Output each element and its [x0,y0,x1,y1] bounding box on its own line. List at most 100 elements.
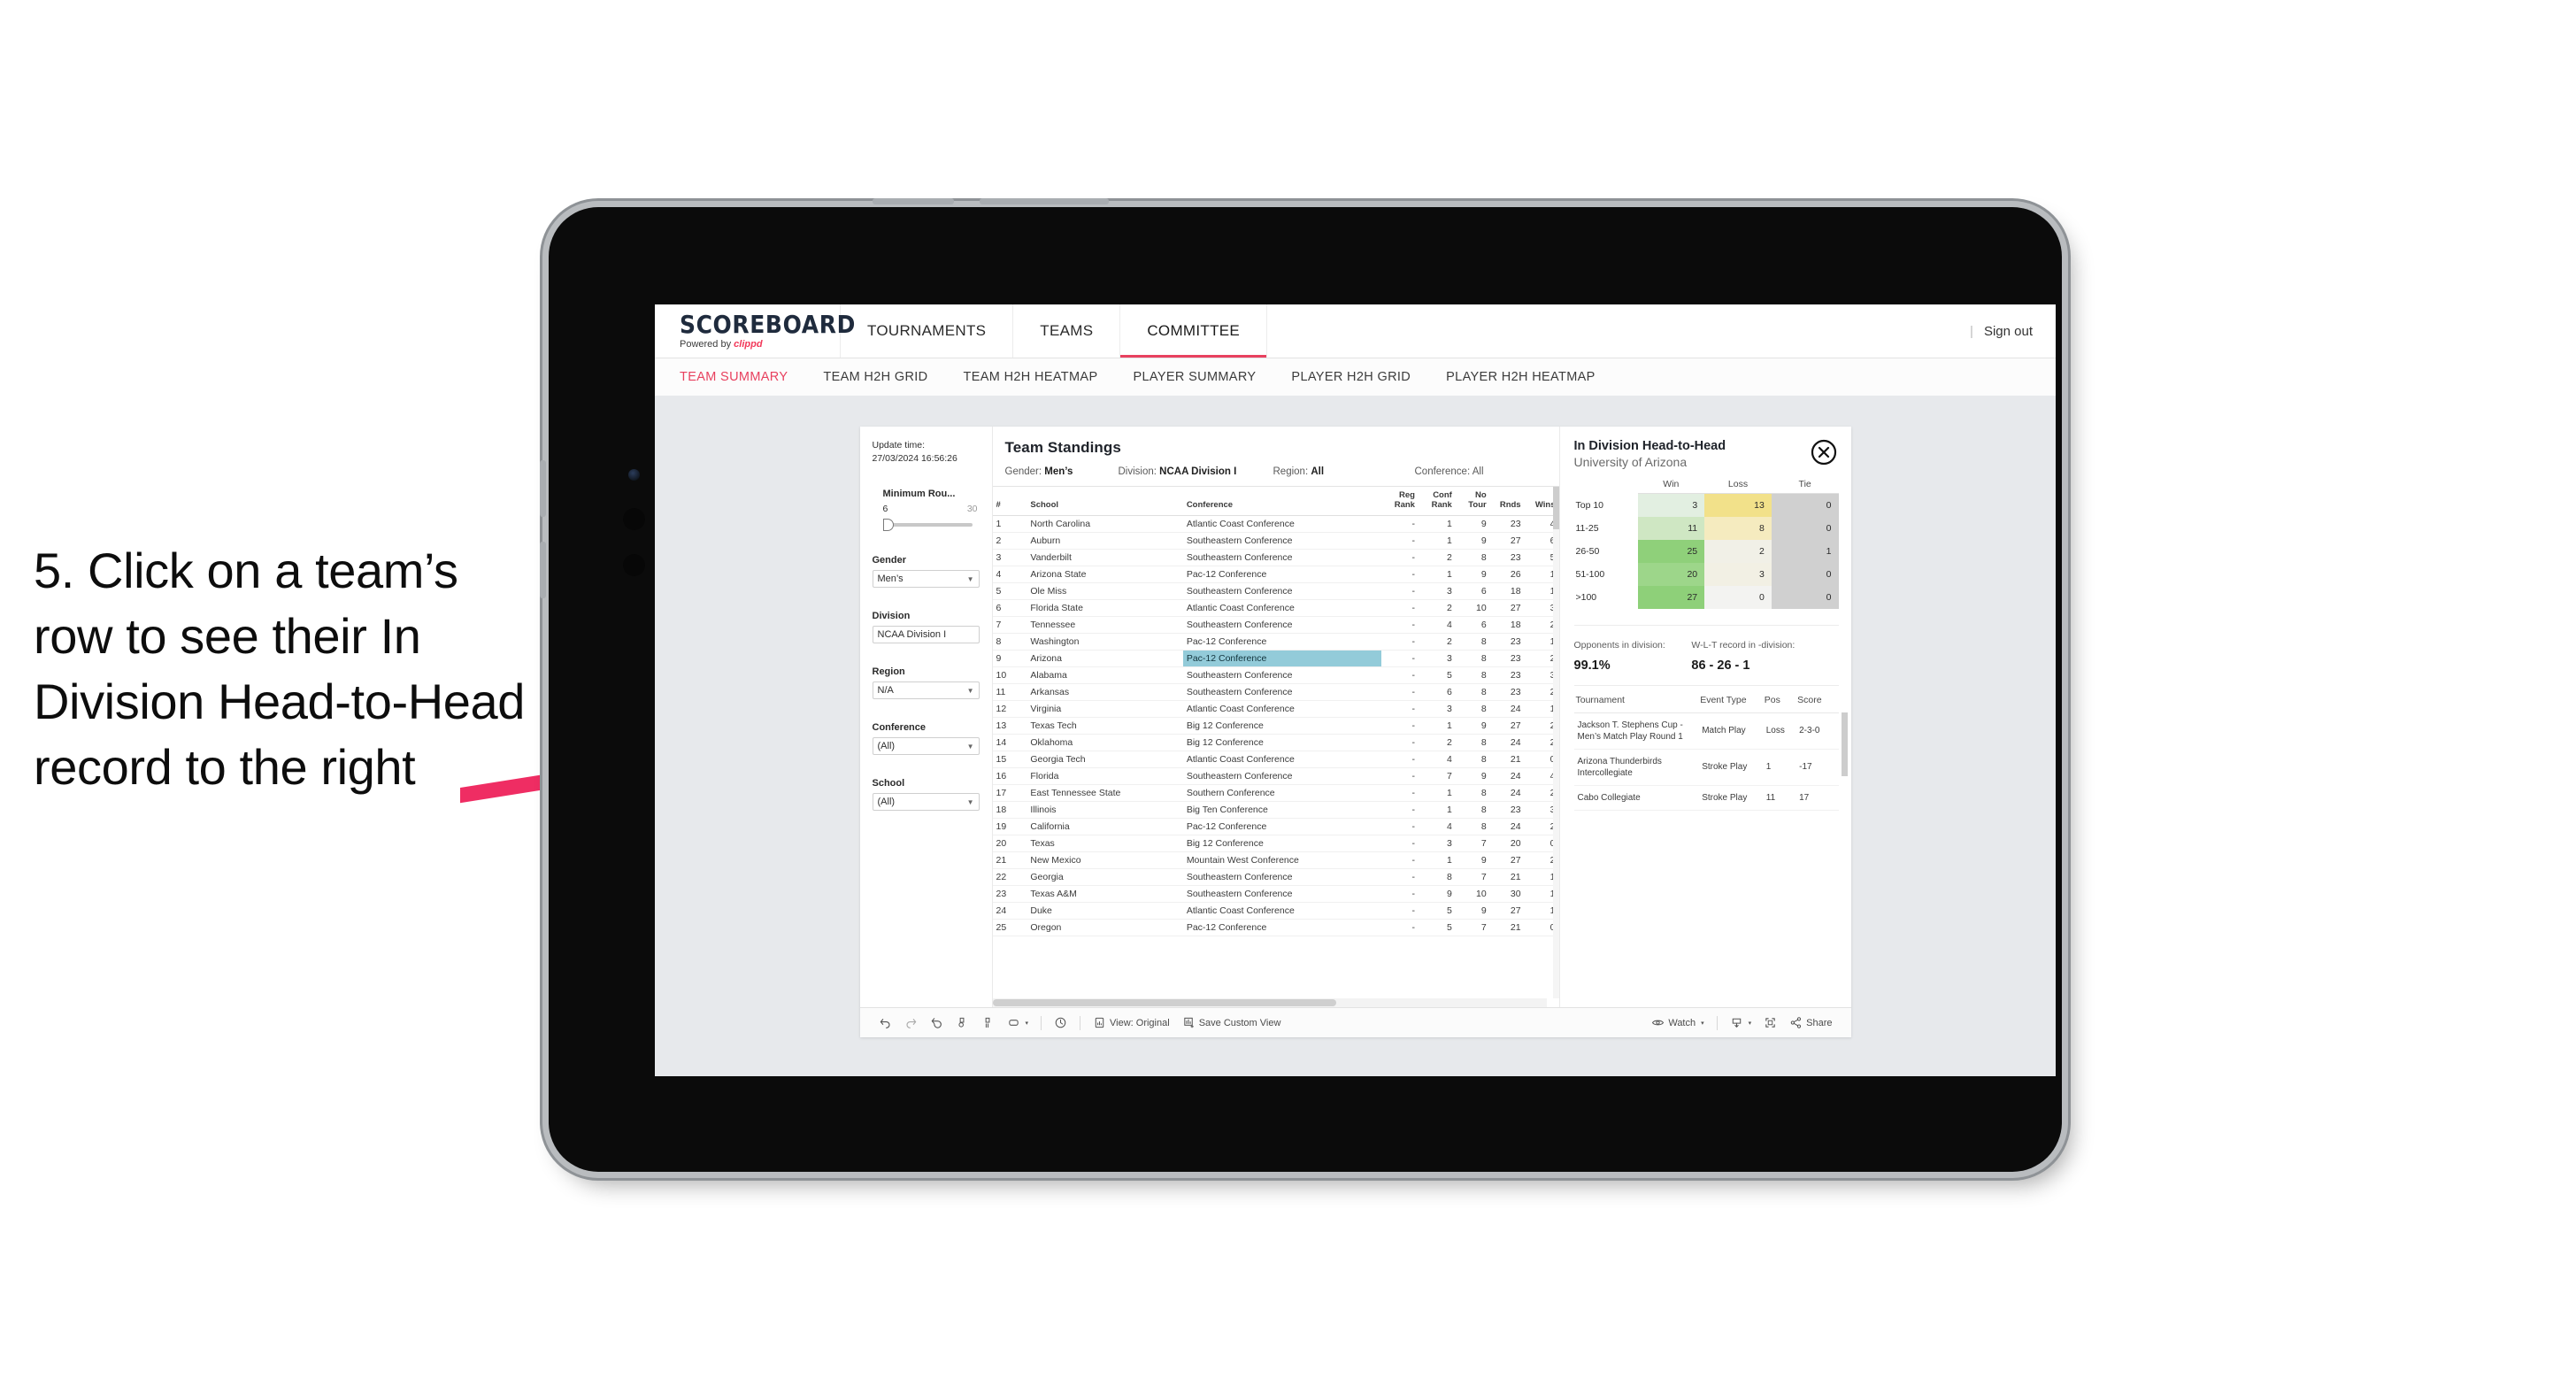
table-row[interactable]: 19CaliforniaPac-12 Conference-48242 [992,818,1559,835]
list-item[interactable]: Cabo Collegiate Stroke Play 11 17 [1573,785,1839,812]
table-row[interactable]: 16FloridaSoutheastern Conference-79244 [992,767,1559,785]
cell-school: Texas [1027,835,1183,852]
heatmap-cell-tie[interactable]: 0 [1771,516,1839,540]
col-conf-rank[interactable]: Conf Rank [1418,487,1456,516]
tab-team-h2h-grid[interactable]: TEAM H2H GRID [805,370,945,384]
heatmap-cell-win[interactable]: 27 [1637,585,1705,609]
tournament-vertical-scrollbar[interactable] [1841,712,1848,776]
school-select[interactable]: (All) ▼ [872,793,980,812]
undo-button[interactable] [873,1013,898,1033]
tab-player-summary[interactable]: PLAYER SUMMARY [1115,370,1273,384]
table-row[interactable]: 10AlabamaSoutheastern Conference-58233 [992,666,1559,684]
cell-reg-rank: - [1381,616,1419,634]
col-score[interactable]: Score [1796,685,1839,713]
table-row[interactable]: 15 Georgia Tech Atlantic Coast Conference -… [992,751,1559,768]
table-row[interactable]: 9ArizonaPac-12 Conference-38232 [992,650,1559,667]
table-row[interactable]: 24DukeAtlantic Coast Conference-59271 [992,902,1559,920]
table-row[interactable]: 20TexasBig 12 Conference-37200 [992,835,1559,852]
standings-vertical-scrollbar[interactable] [1552,487,1559,998]
region-select[interactable]: N/A ▼ [872,681,980,700]
table-row[interactable]: 5Ole MissSoutheastern Conference-36181 [992,582,1559,600]
cell-rank: 14 [992,734,1027,751]
heatmap-cell-tie[interactable]: 0 [1771,585,1839,609]
table-row[interactable]: 25OregonPac-12 Conference-57210 [992,919,1559,936]
heatmap-cell-win[interactable]: 25 [1637,539,1705,563]
cell-rank: 7 [992,616,1027,634]
share-button[interactable]: Share [1783,1013,1838,1033]
save-custom-view-button[interactable]: Save Custom View [1176,1013,1288,1033]
table-row[interactable]: 14OklahomaBig 12 Conference-28242 [992,734,1559,751]
col-rank[interactable]: # [992,487,1027,516]
conference-select[interactable]: (All) ▼ [872,737,980,756]
cell-conf-rank: 6 [1418,683,1456,701]
revert-button[interactable] [924,1013,950,1033]
table-row[interactable]: 4Arizona StatePac-12 Conference-19261 [992,566,1559,583]
heatmap-cell-tie[interactable]: 1 [1771,539,1839,563]
table-row[interactable]: 7TennesseeSoutheastern Conference-46182 [992,616,1559,634]
col-pos[interactable]: Pos [1762,685,1796,713]
heatmap-cell-loss[interactable]: 2 [1704,539,1772,563]
nav-tournaments[interactable]: TOURNAMENTS [841,304,1014,358]
table-row[interactable]: 8WashingtonPac-12 Conference-28231 [992,633,1559,651]
watch-button[interactable]: Watch ▾ [1645,1013,1710,1033]
table-row[interactable]: 13Texas TechBig 12 Conference-19272 [992,717,1559,735]
division-select[interactable]: NCAA Division I [872,626,980,644]
heatmap-cell-win[interactable]: 3 [1637,493,1705,517]
tab-team-h2h-heatmap[interactable]: TEAM H2H HEATMAP [946,370,1116,384]
history-button[interactable] [1048,1013,1073,1033]
filter-school: School (All) ▼ [872,778,980,812]
app-logo[interactable]: SCOREBOARD Powered by clippd [655,304,855,358]
col-event-type[interactable]: Event Type [1698,685,1763,713]
scrollbar-thumb[interactable] [992,999,1336,1006]
list-item[interactable]: Jackson T. Stephens Cup - Men’s Match Pl… [1573,712,1839,750]
col-tournament[interactable]: Tournament [1573,685,1699,713]
redo-button[interactable] [898,1013,924,1033]
heatmap-cell-loss[interactable]: 13 [1704,493,1772,517]
heatmap-cell-tie[interactable]: 0 [1771,493,1839,517]
nav-committee[interactable]: COMMITTEE [1120,304,1268,358]
tab-player-h2h-heatmap[interactable]: PLAYER H2H HEATMAP [1428,370,1613,384]
slider-handle[interactable] [882,519,894,532]
heatmap-cell-win[interactable]: 20 [1637,562,1705,586]
table-row[interactable]: 21 New Mexico Mountain West Conference -1 9 2… [992,851,1559,869]
table-row[interactable]: 22GeorgiaSoutheastern Conference-87211 [992,868,1559,886]
tab-team-summary[interactable]: TEAM SUMMARY [680,370,805,384]
table-row[interactable]: 23 Texas A&M Southeastern Conference -9 10 30… [992,885,1559,903]
table-row[interactable]: 3VanderbiltSoutheastern Conference-28235 [992,549,1559,566]
table-row[interactable]: 18IllinoisBig Ten Conference-18233 [992,801,1559,819]
minimum-rounds-slider[interactable] [882,518,980,532]
col-reg-rank[interactable]: Reg Rank [1381,487,1419,516]
view-original-button[interactable]: View: Original [1087,1013,1176,1033]
col-school[interactable]: School [1027,487,1183,516]
nav-teams[interactable]: TEAMS [1013,304,1121,358]
device-layout-button[interactable]: ▾ [1001,1013,1035,1033]
heatmap-cell-loss[interactable]: 0 [1704,585,1772,609]
cell-reg-rank: - [1381,868,1419,886]
table-row[interactable]: 11ArkansasSoutheastern Conference-68232 [992,683,1559,701]
col-conference[interactable]: Conference [1182,487,1382,516]
heatmap-cell-tie[interactable]: 0 [1771,562,1839,586]
table-row[interactable]: 12 Virginia Atlantic Coast Conference -3 8 24… [992,700,1559,718]
refresh-data-button[interactable] [950,1013,975,1033]
pause-updates-button[interactable] [975,1013,1001,1033]
close-circle-icon[interactable] [1811,439,1837,466]
sign-out-link[interactable]: Sign out [1984,324,2033,339]
table-row[interactable]: 6 Florida State Atlantic Coast Conference -… [992,599,1559,617]
scrollbar-thumb[interactable] [1552,487,1559,529]
table-row[interactable]: 1 North Carolina Atlantic Coast Conference… [992,515,1559,533]
cell-conf-rank: 9 [1418,885,1456,903]
cell-conf-rank: 5 [1418,666,1456,684]
standings-horizontal-scrollbar[interactable] [992,998,1547,1007]
col-no-tour[interactable]: No Tour [1455,487,1490,516]
col-rnds[interactable]: Rnds [1489,487,1525,516]
heatmap-cell-win[interactable]: 11 [1637,516,1705,540]
heatmap-cell-loss[interactable]: 8 [1704,516,1772,540]
fullscreen-button[interactable] [1757,1013,1783,1033]
table-row[interactable]: 17 East Tennessee State Southern Conferenc… [992,784,1559,802]
gender-select[interactable]: Men’s ▼ [872,570,980,589]
list-item[interactable]: Arizona Thunderbirds Intercollegiate Stro… [1573,749,1839,787]
download-button[interactable]: ▾ [1724,1013,1758,1033]
table-row[interactable]: 2AuburnSoutheastern Conference-19276 [992,532,1559,550]
heatmap-cell-loss[interactable]: 3 [1704,562,1772,586]
tab-player-h2h-grid[interactable]: PLAYER H2H GRID [1273,370,1428,384]
